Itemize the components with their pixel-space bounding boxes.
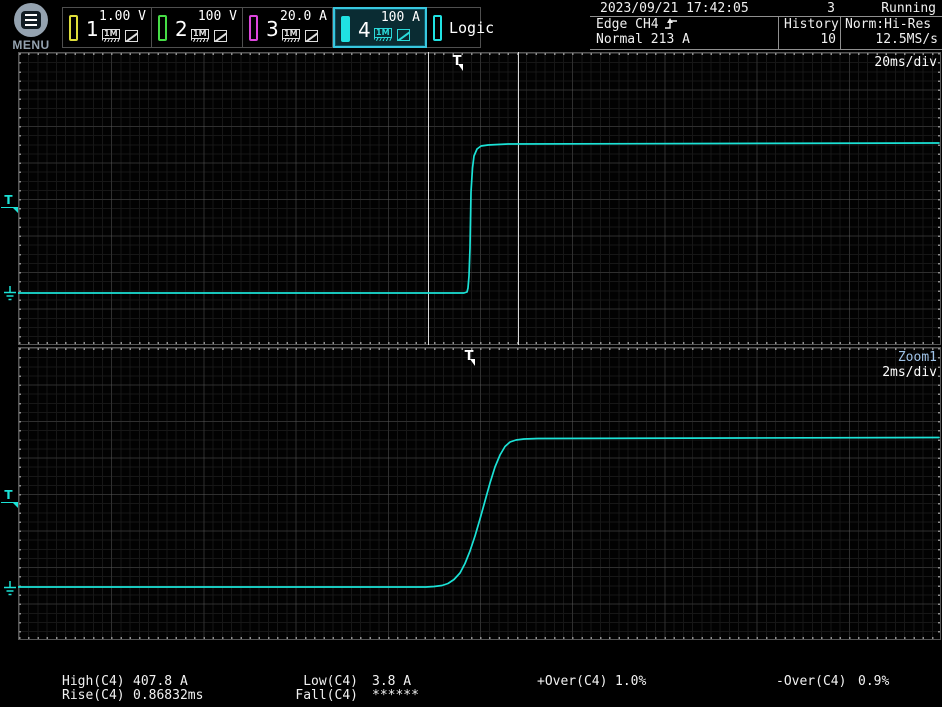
channel-2-button[interactable]: 2 100 V 1M — [152, 7, 243, 48]
coupling-icon — [305, 30, 318, 42]
zoom-graticule — [18, 347, 941, 640]
history-value: 10 — [820, 32, 836, 48]
meas-low-value: 3.8 A — [372, 674, 411, 689]
impedance-1m-icon: 1M — [191, 29, 209, 39]
channel-2-number: 2 — [175, 17, 188, 41]
oscilloscope-screen: MENU 1 1.00 V 1M 2 100 V 1M 3 20.0 A — [0, 0, 942, 707]
trigger-level-marker-main[interactable]: T — [1, 194, 16, 208]
datetime: 2023/09/21 17:42:05 — [600, 1, 749, 16]
trigger-level-marker-zoom[interactable]: T — [1, 489, 16, 503]
trigger-position-marker-zoom[interactable]: T — [463, 349, 475, 364]
menu-button[interactable]: MENU — [8, 2, 54, 52]
channel-3-number: 3 — [266, 17, 279, 41]
meas-low-label: Low(C4) — [260, 674, 358, 689]
meas-rise-value: 0.86832ms — [133, 688, 203, 703]
channel-4-number: 4 — [358, 18, 371, 42]
channel-3-scale: 20.0 A — [280, 9, 327, 24]
meas-high-label: High(C4) — [62, 674, 125, 689]
history-label: History — [784, 17, 839, 33]
trigger-type-source: Edge CH4 — [596, 17, 659, 32]
trigger-mode-level: Normal 213 A — [596, 32, 690, 48]
meas-fall-label: Fall(C4) — [260, 688, 358, 703]
acq-mode: Norm:Hi-Res — [845, 17, 931, 33]
coupling-icon — [397, 29, 410, 41]
logic-button[interactable]: Logic — [427, 7, 481, 48]
menu-label: MENU — [8, 38, 54, 52]
channel-4-color-indicator — [341, 16, 350, 42]
meas-nover-value: 0.9% — [858, 674, 889, 689]
channel-4-scale: 100 A — [381, 10, 420, 25]
channel-1-color-indicator — [69, 15, 78, 41]
acquisition-cell[interactable]: Norm:Hi-Res 12.5MS/s — [840, 17, 942, 49]
ground-level-icon-main — [3, 286, 17, 302]
meas-pover-value: 1.0% — [615, 674, 646, 689]
channel-2-scale: 100 V — [198, 9, 237, 24]
meas-high-value: 407.8 A — [133, 674, 188, 689]
rising-edge-icon — [664, 17, 679, 30]
trigger-position-marker-main[interactable]: T — [451, 54, 463, 69]
channel-3-color-indicator — [249, 15, 258, 41]
channel-2-color-indicator — [158, 15, 167, 41]
zoom1-label: Zoom1 — [898, 350, 937, 365]
zoom-timebase-label: 2ms/div — [882, 365, 937, 380]
zoom-window-right-cursor[interactable] — [518, 52, 519, 345]
meas-pover-label: +Over(C4) — [537, 674, 607, 689]
hamburger-menu-icon — [14, 3, 48, 37]
trigger-settings-cell[interactable]: Edge CH4 Normal 213 A — [590, 17, 778, 49]
coupling-icon — [125, 30, 138, 42]
channel-4-button[interactable]: 4 100 A 1M — [333, 7, 427, 48]
meas-rise-label: Rise(C4) — [62, 688, 125, 703]
meas-fall-value: ****** — [372, 688, 419, 703]
impedance-1m-icon: 1M — [102, 29, 120, 39]
status-panel: 2023/09/21 17:42:05 3 Running Edge CH4 N… — [590, 0, 942, 50]
ground-level-icon-zoom — [3, 581, 17, 597]
zoom-window-left-cursor[interactable] — [428, 52, 429, 345]
impedance-1m-icon: 1M — [282, 29, 300, 39]
logic-label: Logic — [449, 19, 494, 37]
channel-bar: 1 1.00 V 1M 2 100 V 1M 3 20.0 A 1M — [62, 7, 481, 48]
logic-color-indicator — [433, 15, 442, 41]
run-status: Running — [881, 1, 936, 16]
channel-1-number: 1 — [86, 17, 99, 41]
channel-1-button[interactable]: 1 1.00 V 1M — [62, 7, 152, 48]
meas-nover-label: -Over(C4) — [776, 674, 846, 689]
impedance-1m-icon: 1M — [374, 28, 392, 38]
coupling-icon — [214, 30, 227, 42]
sample-rate: 12.5MS/s — [875, 32, 938, 48]
acquisition-count: 3 — [827, 1, 835, 16]
main-graticule — [18, 52, 941, 345]
channel-3-button[interactable]: 3 20.0 A 1M — [243, 7, 333, 48]
history-cell[interactable]: History 10 — [778, 17, 840, 49]
main-timebase-label: 20ms/div — [874, 55, 937, 70]
channel-1-scale: 1.00 V — [99, 9, 146, 24]
